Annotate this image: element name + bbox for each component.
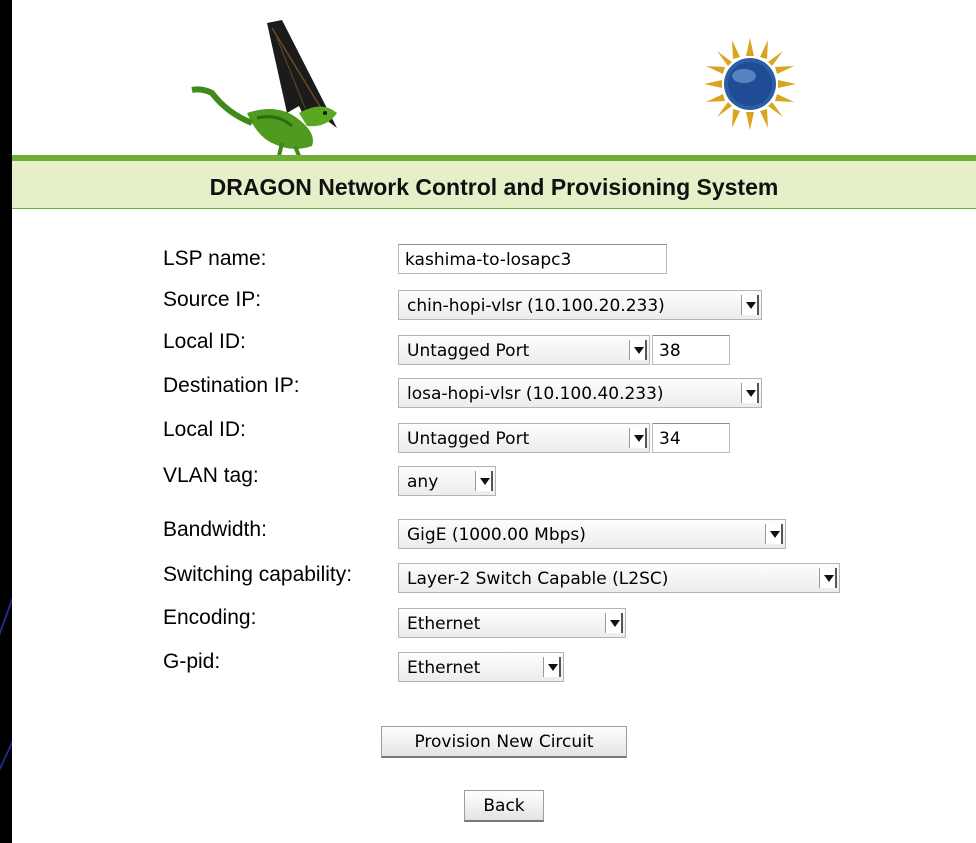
vlan-tag-value: any: [407, 472, 439, 492]
switching-capability-select[interactable]: Layer-2 Switch Capable (L2SC): [398, 563, 840, 593]
chevron-down-icon: [741, 383, 759, 403]
source-ip-value: chin-hopi-vlsr (10.100.20.233): [407, 296, 665, 316]
source-local-id-label: Local ID:: [163, 330, 246, 353]
destination-ip-value: losa-hopi-vlsr (10.100.40.233): [407, 384, 664, 404]
source-ip-label: Source IP:: [163, 288, 262, 311]
destination-local-id-label: Local ID:: [163, 418, 246, 441]
destination-ip-select[interactable]: losa-hopi-vlsr (10.100.40.233): [398, 378, 762, 408]
page-title: DRAGON Network Control and Provisioning …: [209, 174, 779, 200]
chevron-down-icon: [543, 657, 561, 677]
destination-ip-label: Destination IP:: [163, 374, 300, 397]
title-bar: DRAGON Network Control and Provisioning …: [12, 155, 976, 209]
dragon-logo: [191, 20, 337, 157]
source-ip-select[interactable]: chin-hopi-vlsr (10.100.20.233): [398, 290, 762, 320]
chevron-down-icon: [819, 568, 837, 588]
back-button[interactable]: Back: [464, 790, 544, 822]
encoding-label: Encoding:: [163, 606, 257, 629]
lsp-name-input[interactable]: kashima-to-losapc3: [398, 244, 667, 274]
bandwidth-value: GigE (1000.00 Mbps): [407, 525, 586, 545]
chevron-down-icon: [475, 471, 493, 491]
gpid-value: Ethernet: [407, 658, 481, 678]
chevron-down-icon: [605, 613, 623, 633]
vlan-tag-label: VLAN tag:: [163, 464, 259, 487]
destination-local-id-input[interactable]: 34: [652, 423, 730, 453]
destination-local-id-type-select[interactable]: Untagged Port: [398, 423, 650, 453]
switching-capability-label: Switching capability:: [163, 563, 353, 586]
vlan-tag-select[interactable]: any: [398, 466, 496, 496]
source-local-id-type-value: Untagged Port: [407, 341, 530, 361]
source-local-id-type-select[interactable]: Untagged Port: [398, 335, 650, 365]
encoding-select[interactable]: Ethernet: [398, 608, 626, 638]
source-local-id-input[interactable]: 38: [652, 335, 730, 365]
nsf-logo: [704, 38, 796, 130]
bandwidth-select[interactable]: GigE (1000.00 Mbps): [398, 519, 786, 549]
chevron-down-icon: [629, 428, 647, 448]
gpid-select[interactable]: Ethernet: [398, 652, 564, 682]
chevron-down-icon: [741, 295, 759, 315]
bandwidth-label: Bandwidth:: [163, 518, 267, 541]
page: DRAGON Network Control and Provisioning …: [12, 0, 976, 843]
switching-capability-value: Layer-2 Switch Capable (L2SC): [407, 569, 669, 589]
lsp-name-label: LSP name:: [163, 247, 267, 270]
provision-new-circuit-button[interactable]: Provision New Circuit: [381, 726, 627, 758]
chevron-down-icon: [765, 524, 783, 544]
encoding-value: Ethernet: [407, 614, 481, 634]
gpid-label: G-pid:: [163, 650, 221, 673]
chevron-down-icon: [629, 340, 647, 360]
destination-local-id-type-value: Untagged Port: [407, 429, 530, 449]
